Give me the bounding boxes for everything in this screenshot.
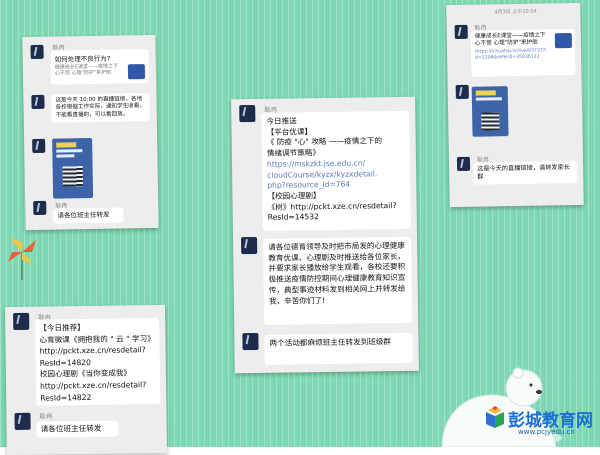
message-text: 【今日推荐】 心育微课《拥抱我的 " 云 " 学习》 http://pckt.x… <box>35 317 161 406</box>
message-line: http://pckt.xze.cn/resdetail? <box>40 380 147 391</box>
site-logo: 彭城教育网 www.pcjyedu.cn <box>484 400 594 444</box>
chat-panel-4: 耿冉 【今日推荐】 心育微课《拥抱我的 " 云 " 学习》 http://pck… <box>4 304 168 455</box>
avatar <box>32 138 46 154</box>
avatar <box>31 94 45 110</box>
chat-message <box>24 135 157 199</box>
card-thumbnail <box>127 64 146 80</box>
link-card[interactable]: 健康成长E课堂——疫情之下心不慌 心理"防护"来护航 https://v.hua… <box>470 28 576 77</box>
link-card[interactable]: 如何处理不良行为? 健康成长E课堂——疫情之下心不慌 心理"防护"来护航 <box>50 48 150 85</box>
avatar <box>456 156 471 172</box>
message-text: 两个活动都麻烦班主任转发到班级群 <box>264 332 413 365</box>
card-thumbnail <box>554 32 573 49</box>
message-line: http://pckt.xze.cn/resdetail? <box>39 345 146 356</box>
sender-name: 耿冉 <box>39 412 53 421</box>
chat-message: 耿冉 这是今天的直播链接，请转发家长群 <box>449 153 583 185</box>
card-link[interactable]: https://v.huahai.tv/live/83737?id=1206&r… <box>475 48 549 61</box>
avatar <box>33 200 47 216</box>
avatar <box>455 84 469 100</box>
message-text: 这是今天 10:00 的直播链接，各地各校根据工作实际，通知学生收看，不能看直播… <box>51 92 150 123</box>
card-title: 如何处理不良行为? <box>54 54 111 64</box>
avatar <box>454 24 468 40</box>
chat-panel-2: 耿冉 今日推送 【平台优课】 《 防疫 "心" 攻略 ——疫情之下的 情绪调节策… <box>231 96 419 374</box>
chat-panel-1: 耿冉 如何处理不良行为? 健康成长E课堂——疫情之下心不慌 心理"防护"来护航 … <box>22 34 159 231</box>
chat-timestamp: 4月3日 上午10:54 <box>494 8 537 16</box>
avatar <box>242 332 259 351</box>
avatar <box>14 412 31 431</box>
poster-image[interactable] <box>52 137 94 199</box>
logo-url[interactable]: www.pcjyedu.cn <box>518 428 575 436</box>
message-text: 这是今天的直播链接，请转发家长群 <box>473 160 578 185</box>
book-icon <box>486 406 504 428</box>
pinwheel-decoration <box>2 232 42 280</box>
message-line: ResId=14822 <box>40 392 92 403</box>
chat-message: 这是今天 10:00 的直播链接，各地各校根据工作实际，通知学生收看，不能看直播… <box>23 91 156 123</box>
chat-panel-3: 4月3日 上午10:54 耿冉 健康成长E课堂——疫情之下心不慌 心理"防护"来… <box>446 2 584 208</box>
message-text: 请各位班主任转发 <box>36 420 119 438</box>
chat-message: 耿冉 请各位班主任转发 <box>25 199 158 224</box>
card-description: 健康成长E课堂——疫情之下心不慌 心理"防护"来护航 <box>54 63 119 77</box>
message-text: 请各位班主任转发 <box>53 207 124 224</box>
message-text: 今日推送 【平台优课】 《 防疫 "心" 攻略 ——疫情之下的 情绪调节策略》 … <box>261 110 411 231</box>
chat-message: 耿冉 请各位班主任转发 <box>6 409 166 438</box>
message-text: 请各位德育领导及时把市局发的心理健康教育优课、心理剧及时推送给各位家长，并要求家… <box>263 236 413 325</box>
card-title: 健康成长E课堂——疫情之下心不慌 心理"防护"来护航 <box>474 32 546 47</box>
chat-message <box>448 81 582 137</box>
avatar <box>13 312 30 331</box>
avatar <box>241 236 258 255</box>
avatar <box>30 44 44 60</box>
avatar <box>239 104 256 123</box>
chat-message: 耿冉 健康成长E课堂——疫情之下心不慌 心理"防护"来护航 https://v.… <box>446 17 580 77</box>
poster-image[interactable] <box>471 86 509 137</box>
message-line: ResId=14532 <box>267 212 319 223</box>
